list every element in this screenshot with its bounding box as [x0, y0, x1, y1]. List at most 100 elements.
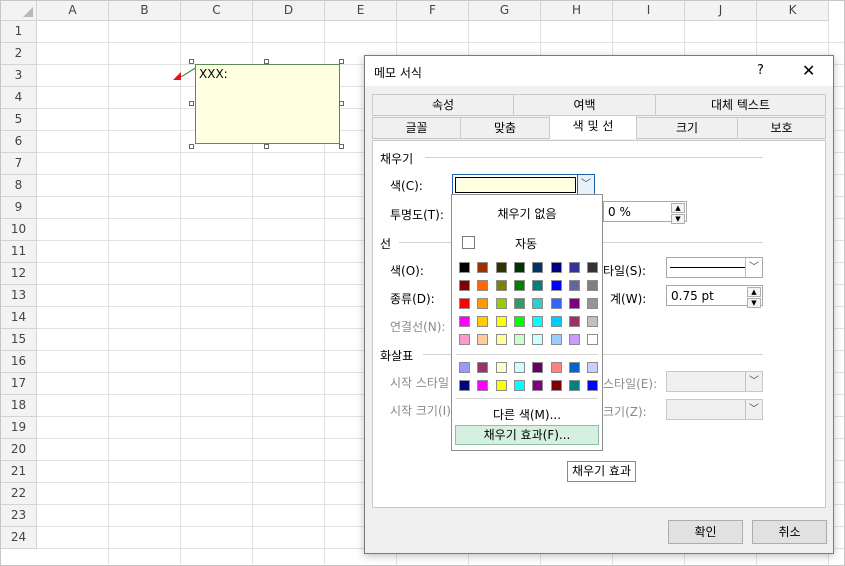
- color-swatch[interactable]: [532, 380, 544, 391]
- row-header-13[interactable]: 13: [1, 285, 37, 307]
- tab-font[interactable]: 글꼴: [372, 117, 461, 139]
- row-header-12[interactable]: 12: [1, 263, 37, 285]
- resize-handle-b[interactable]: [264, 144, 269, 149]
- row-header-1[interactable]: 1: [1, 21, 37, 43]
- line-style-dropdown[interactable]: ﹀: [666, 257, 763, 278]
- color-swatch[interactable]: [568, 334, 580, 345]
- color-swatch[interactable]: [513, 262, 525, 273]
- resize-handle-r[interactable]: [339, 101, 344, 106]
- close-icon[interactable]: ✕: [802, 61, 815, 80]
- color-swatch[interactable]: [568, 380, 580, 391]
- cancel-button[interactable]: 취소: [752, 520, 827, 544]
- color-swatch[interactable]: [550, 280, 562, 291]
- column-header-j[interactable]: J: [685, 1, 757, 21]
- row-header-5[interactable]: 5: [1, 109, 37, 131]
- color-swatch[interactable]: [550, 362, 562, 373]
- tab-size[interactable]: 크기: [636, 117, 738, 139]
- end-size-dropdown[interactable]: ﹀: [666, 399, 763, 420]
- spin-buttons[interactable]: ▲ ▼: [671, 203, 685, 224]
- color-swatch[interactable]: [550, 334, 562, 345]
- column-header-a[interactable]: A: [37, 1, 109, 21]
- color-swatch[interactable]: [513, 362, 525, 373]
- color-swatch[interactable]: [513, 380, 525, 391]
- color-swatch[interactable]: [477, 262, 489, 273]
- automatic-option[interactable]: 자동: [515, 235, 537, 252]
- color-swatch[interactable]: [568, 316, 580, 327]
- row-header-18[interactable]: 18: [1, 395, 37, 417]
- color-swatch[interactable]: [513, 316, 525, 327]
- tab-properties[interactable]: 속성: [372, 94, 514, 116]
- column-header-h[interactable]: H: [541, 1, 613, 21]
- tab-alignment[interactable]: 맞춤: [460, 117, 550, 139]
- color-swatch[interactable]: [477, 362, 489, 373]
- resize-handle-l[interactable]: [189, 101, 194, 106]
- column-header-b[interactable]: B: [109, 1, 181, 21]
- color-swatch[interactable]: [495, 316, 507, 327]
- column-header-g[interactable]: G: [469, 1, 541, 21]
- color-swatch[interactable]: [459, 334, 470, 345]
- column-header-d[interactable]: D: [253, 1, 325, 21]
- resize-handle-t[interactable]: [264, 59, 269, 64]
- row-header-11[interactable]: 11: [1, 241, 37, 263]
- color-swatch[interactable]: [568, 280, 580, 291]
- automatic-swatch[interactable]: [462, 236, 475, 249]
- color-swatch[interactable]: [550, 316, 562, 327]
- color-swatch[interactable]: [550, 380, 562, 391]
- row-header-10[interactable]: 10: [1, 219, 37, 241]
- color-swatch[interactable]: [587, 280, 599, 291]
- color-swatch[interactable]: [513, 334, 525, 345]
- color-swatch[interactable]: [587, 334, 599, 345]
- row-header-7[interactable]: 7: [1, 153, 37, 175]
- color-swatch[interactable]: [477, 380, 489, 391]
- row-header-6[interactable]: 6: [1, 131, 37, 153]
- color-swatch[interactable]: [532, 280, 544, 291]
- row-header-24[interactable]: 24: [1, 527, 37, 549]
- tab-protection[interactable]: 보호: [737, 117, 826, 139]
- color-swatch[interactable]: [587, 362, 599, 373]
- color-swatch[interactable]: [459, 362, 470, 373]
- tab-margins[interactable]: 여백: [513, 94, 656, 116]
- color-swatch[interactable]: [459, 280, 470, 291]
- column-header-k[interactable]: K: [757, 1, 829, 21]
- fill-color-dropdown[interactable]: ﹀: [452, 174, 595, 196]
- color-swatch[interactable]: [495, 280, 507, 291]
- select-all-corner[interactable]: [1, 1, 37, 21]
- color-swatch[interactable]: [495, 298, 507, 309]
- no-fill-option[interactable]: 채우기 없음: [452, 205, 602, 222]
- resize-handle-tl[interactable]: [189, 59, 194, 64]
- color-swatch[interactable]: [495, 380, 507, 391]
- color-swatch[interactable]: [459, 262, 470, 273]
- spin-buttons[interactable]: ▲ ▼: [747, 287, 761, 308]
- row-header-8[interactable]: 8: [1, 175, 37, 197]
- color-swatch[interactable]: [513, 298, 525, 309]
- row-header-4[interactable]: 4: [1, 87, 37, 109]
- color-swatch[interactable]: [513, 280, 525, 291]
- fill-effects-option[interactable]: 채우기 효과(F)...: [455, 425, 599, 445]
- dialog-titlebar[interactable]: 메모 서식 ? ✕: [365, 56, 833, 86]
- color-swatch[interactable]: [477, 298, 489, 309]
- color-swatch[interactable]: [459, 298, 470, 309]
- resize-handle-br[interactable]: [339, 144, 344, 149]
- comment-box[interactable]: XXX:: [195, 64, 340, 144]
- tab-alt-text[interactable]: 대체 텍스트: [655, 94, 826, 116]
- color-swatch[interactable]: [532, 362, 544, 373]
- color-swatch[interactable]: [550, 262, 562, 273]
- row-header-14[interactable]: 14: [1, 307, 37, 329]
- chevron-down-icon[interactable]: ﹀: [577, 175, 594, 194]
- color-swatch[interactable]: [477, 280, 489, 291]
- row-header-3[interactable]: 3: [1, 65, 37, 87]
- row-header-16[interactable]: 16: [1, 351, 37, 373]
- more-colors-option[interactable]: 다른 색(M)...: [452, 406, 602, 423]
- color-swatch[interactable]: [477, 334, 489, 345]
- tab-colors-lines[interactable]: 색 및 선: [549, 115, 637, 139]
- color-swatch[interactable]: [532, 334, 544, 345]
- column-header-e[interactable]: E: [325, 1, 397, 21]
- transparency-input[interactable]: 0 % ▲ ▼: [603, 201, 687, 224]
- color-swatch[interactable]: [495, 362, 507, 373]
- column-header-i[interactable]: I: [613, 1, 685, 21]
- line-weight-input[interactable]: 0.75 pt ▲ ▼: [666, 285, 763, 308]
- color-swatch[interactable]: [568, 362, 580, 373]
- chevron-down-icon[interactable]: ﹀: [745, 372, 762, 391]
- color-swatch[interactable]: [532, 316, 544, 327]
- color-swatch[interactable]: [587, 262, 599, 273]
